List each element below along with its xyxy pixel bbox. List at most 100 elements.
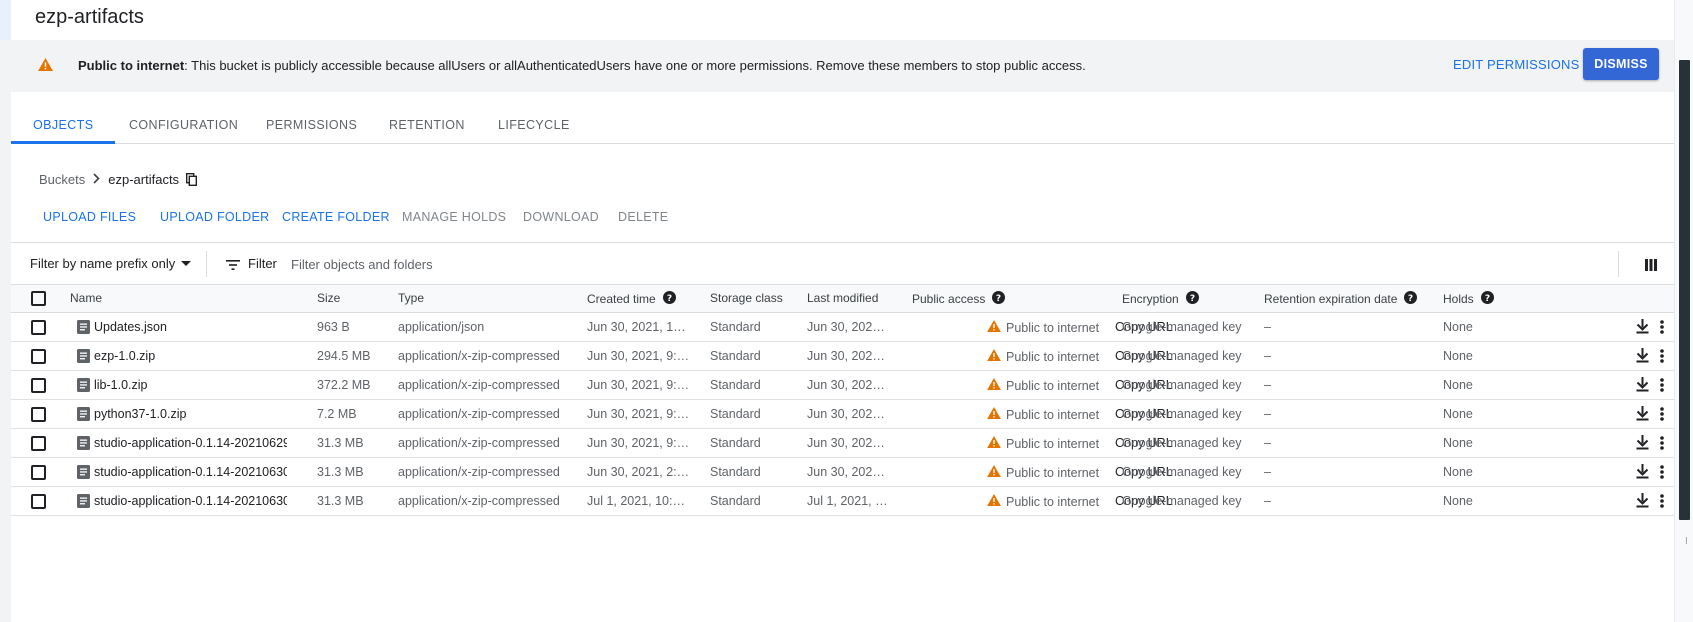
help-icon[interactable]: ?: [1480, 291, 1494, 307]
download-icon[interactable]: [1636, 493, 1649, 513]
filter-input[interactable]: [291, 254, 891, 274]
table-row[interactable]: ezp-1.0.zip 294.5 MB application/x-zip-c…: [11, 342, 1674, 371]
tab-lifecycle[interactable]: LIFECYCLE: [498, 118, 570, 132]
object-public-access: Public to internet: [987, 378, 1099, 393]
more-vert-icon[interactable]: [1660, 465, 1664, 484]
dismiss-button[interactable]: DISMISS: [1583, 48, 1659, 80]
public-access-label: Public to internet: [1006, 494, 1100, 509]
scrollbar-thumb[interactable]: [1679, 60, 1690, 520]
download-icon[interactable]: [1636, 319, 1649, 339]
object-retention: –: [1264, 407, 1271, 421]
table-row[interactable]: studio-application-0.1.14-20210630. 31.3…: [11, 487, 1674, 516]
object-last-modified: Jun 30, 202…: [807, 436, 885, 450]
svg-text:?: ?: [996, 294, 1001, 304]
object-retention: –: [1264, 436, 1271, 450]
filter-prefix-label: Filter by name prefix only: [30, 256, 176, 271]
download-icon[interactable]: [1636, 348, 1649, 368]
warning-icon: [987, 494, 1001, 509]
more-vert-icon[interactable]: [1660, 407, 1664, 426]
object-name-link[interactable]: studio-application-0.1.14-20210630.: [94, 465, 287, 479]
column-header-encryption[interactable]: Encryption?: [1122, 291, 1199, 307]
filter-prefix-dropdown[interactable]: Filter by name prefix only: [30, 256, 192, 271]
edit-permissions-link[interactable]: EDIT PERMISSIONS: [1453, 57, 1579, 72]
table-row[interactable]: studio-application-0.1.14-20210629. 31.3…: [11, 429, 1674, 458]
row-checkbox[interactable]: [31, 436, 46, 451]
create-folder-button[interactable]: CREATE FOLDER: [282, 210, 390, 224]
public-access-label: Public to internet: [1006, 407, 1100, 422]
help-icon[interactable]: ?: [662, 291, 676, 307]
row-checkbox[interactable]: [31, 349, 46, 364]
help-icon[interactable]: ?: [1185, 291, 1199, 307]
delete-button[interactable]: DELETE: [618, 210, 668, 224]
column-header-retention[interactable]: Retention expiration date?: [1264, 291, 1418, 307]
object-holds: None: [1443, 320, 1473, 334]
column-header-storage-class[interactable]: Storage class: [710, 291, 783, 305]
download-icon[interactable]: [1636, 464, 1649, 484]
more-vert-icon[interactable]: [1660, 320, 1664, 339]
object-name-link[interactable]: python37-1.0.zip: [94, 407, 287, 421]
more-vert-icon[interactable]: [1660, 494, 1664, 513]
help-icon[interactable]: ?: [1404, 291, 1418, 307]
file-icon: [77, 407, 90, 426]
more-vert-icon[interactable]: [1660, 378, 1664, 397]
banner-message-bold: Public to internet: [78, 58, 185, 73]
column-header-name[interactable]: Name: [70, 291, 102, 305]
table-row[interactable]: python37-1.0.zip 7.2 MB application/x-zi…: [11, 400, 1674, 429]
row-checkbox[interactable]: [31, 378, 46, 393]
right-scrollbar[interactable]: I: [1674, 0, 1693, 622]
breadcrumb-buckets-link[interactable]: Buckets: [39, 172, 85, 187]
row-checkbox[interactable]: [31, 494, 46, 509]
upload-files-button[interactable]: UPLOAD FILES: [43, 210, 136, 224]
download-icon[interactable]: [1636, 377, 1649, 397]
banner-message-text: : This bucket is publicly accessible bec…: [184, 58, 1086, 73]
tab-configuration[interactable]: CONFIGURATION: [129, 118, 238, 132]
object-name-link[interactable]: ezp-1.0.zip: [94, 349, 287, 363]
column-header-size[interactable]: Size: [317, 291, 340, 305]
row-checkbox[interactable]: [31, 320, 46, 335]
object-name-link[interactable]: Updates.json: [94, 320, 287, 334]
row-checkbox[interactable]: [31, 407, 46, 422]
file-icon: [77, 494, 90, 513]
object-retention: –: [1264, 349, 1271, 363]
object-retention: –: [1264, 494, 1271, 508]
object-public-access: Public to internet: [987, 349, 1099, 364]
help-icon[interactable]: ?: [992, 291, 1006, 307]
download-icon[interactable]: [1636, 435, 1649, 455]
column-header-type[interactable]: Type: [398, 291, 424, 305]
object-last-modified: Jun 30, 202…: [807, 378, 885, 392]
object-holds: None: [1443, 407, 1473, 421]
filter-icon: [226, 257, 240, 275]
more-vert-icon[interactable]: [1660, 349, 1664, 368]
copy-icon[interactable]: [186, 173, 198, 186]
column-header-retention-label: Retention expiration date: [1264, 292, 1398, 306]
column-display-icon[interactable]: [1645, 258, 1657, 276]
object-name-link[interactable]: studio-application-0.1.14-20210629.: [94, 436, 287, 450]
more-vert-icon[interactable]: [1660, 436, 1664, 455]
download-button[interactable]: DOWNLOAD: [523, 210, 599, 224]
download-icon[interactable]: [1636, 406, 1649, 426]
object-size: 7.2 MB: [317, 407, 357, 421]
warning-icon: [987, 349, 1001, 364]
upload-folder-button[interactable]: UPLOAD FOLDER: [160, 210, 269, 224]
objects-table: Name Size Type Created time? Storage cla…: [11, 284, 1674, 516]
table-row[interactable]: lib-1.0.zip 372.2 MB application/x-zip-c…: [11, 371, 1674, 400]
object-type: application/x-zip-compressed: [398, 465, 560, 479]
tab-permissions[interactable]: PERMISSIONS: [266, 118, 357, 132]
column-header-created[interactable]: Created time?: [587, 291, 676, 307]
edge-text: I: [1685, 536, 1688, 547]
manage-holds-button[interactable]: MANAGE HOLDS: [402, 210, 506, 224]
public-access-banner: Public to internet: This bucket is publi…: [11, 40, 1674, 92]
column-header-public-access[interactable]: Public access?: [912, 291, 1006, 307]
column-header-last-modified[interactable]: Last modified: [807, 291, 878, 305]
column-header-holds[interactable]: Holds?: [1443, 291, 1494, 307]
tab-objects[interactable]: OBJECTS: [33, 118, 93, 132]
column-header-name-label: Name: [70, 291, 103, 305]
object-type: application/x-zip-compressed: [398, 407, 560, 421]
row-checkbox[interactable]: [31, 465, 46, 480]
object-name-link[interactable]: lib-1.0.zip: [94, 378, 287, 392]
tab-retention[interactable]: RETENTION: [389, 118, 465, 132]
object-name-link[interactable]: studio-application-0.1.14-20210630.: [94, 494, 287, 508]
table-row[interactable]: studio-application-0.1.14-20210630. 31.3…: [11, 458, 1674, 487]
table-row[interactable]: Updates.json 963 B application/json Jun …: [11, 313, 1674, 342]
select-all-checkbox[interactable]: [31, 291, 46, 306]
